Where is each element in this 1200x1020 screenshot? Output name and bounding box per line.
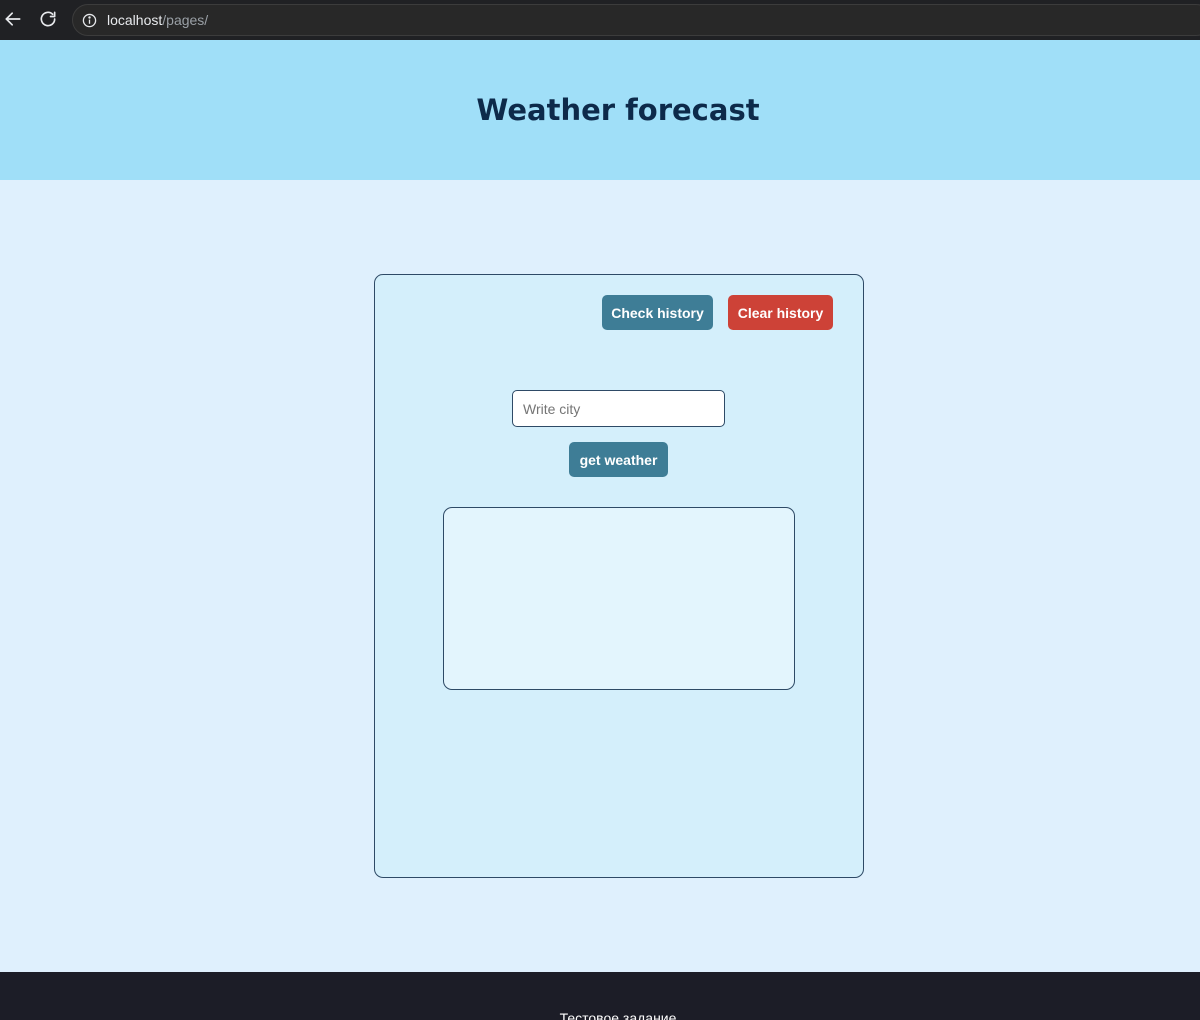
site-footer: Тестовое задание [0,972,1200,1020]
reload-button[interactable] [35,6,61,32]
arrow-left-icon [5,12,21,26]
info-icon[interactable] [81,12,97,28]
weather-result-box [443,507,795,690]
page-title: Weather forecast [476,93,760,127]
back-button[interactable] [0,6,26,32]
url-path: /pages/ [162,12,209,28]
check-history-button[interactable]: Check history [602,295,713,330]
footer-text: Тестовое задание [559,1010,677,1020]
address-bar[interactable]: localhost/pages/ [72,4,1200,36]
browser-toolbar: localhost/pages/ [0,0,1200,40]
reload-icon [40,11,56,27]
site-header: Weather forecast [0,40,1200,180]
city-input[interactable] [512,390,725,427]
clear-history-button[interactable]: Clear history [728,295,833,330]
url-host: localhost [107,12,163,28]
weather-card: Check history Clear history get weather [374,274,864,878]
get-weather-button[interactable]: get weather [569,442,668,477]
